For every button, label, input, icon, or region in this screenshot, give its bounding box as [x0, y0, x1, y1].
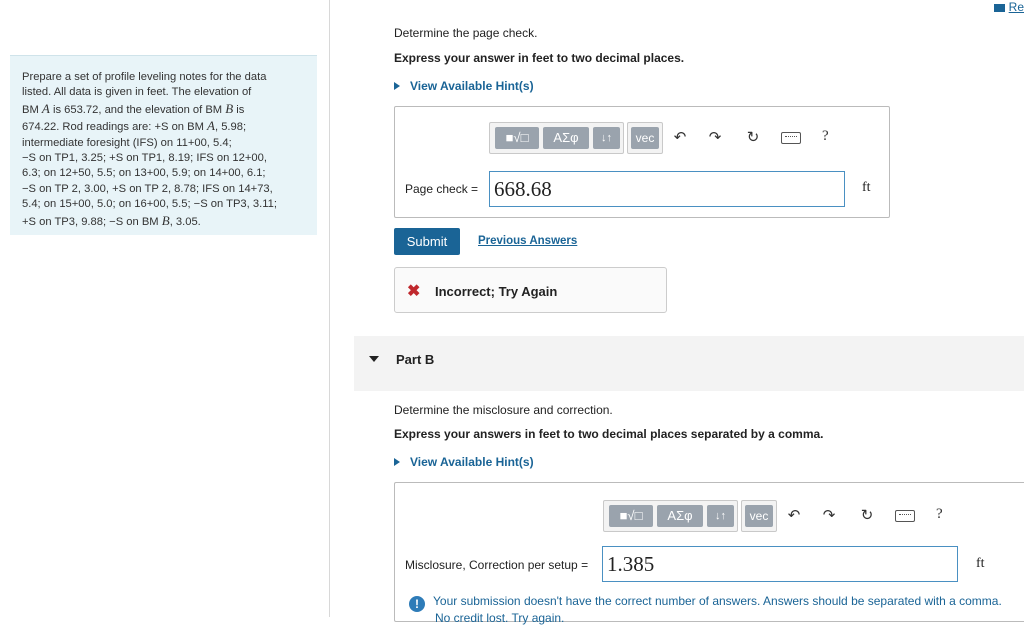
reset-icon[interactable]: ↻	[859, 506, 875, 524]
expand-triangle-icon	[394, 458, 400, 466]
hints-label[interactable]: View Available Hint(s)	[410, 455, 534, 469]
review-label[interactable]: Re	[1009, 0, 1024, 14]
undo-icon[interactable]: ↶	[672, 128, 688, 146]
templates-button[interactable]: ■√□	[495, 127, 539, 149]
warning-text: Your submission doesn't have the correct…	[433, 594, 1002, 608]
page-check-label: Page check =	[405, 182, 479, 196]
submission-warning: ! Your submission doesn't have the correc…	[409, 594, 1002, 612]
problem-line: +S on TP3, 9.88; −S on BM B, 3.05.	[22, 212, 201, 228]
part-a-hints-toggle[interactable]: View Available Hint(s)	[394, 79, 534, 93]
arrows-button[interactable]: ↓↑	[593, 127, 620, 149]
math-toolbar: ■√□ ΑΣφ ↓↑ vec ↶ ↷ ↻ ?	[489, 122, 849, 154]
toolbar-group: ■√□ ΑΣφ ↓↑	[489, 122, 624, 154]
help-icon[interactable]: ?	[936, 506, 943, 523]
templates-button[interactable]: ■√□	[609, 505, 653, 527]
part-a-answer-box: ■√□ ΑΣφ ↓↑ vec ↶ ↷ ↻ ? Page check = 668.…	[394, 106, 890, 218]
problem-line: 674.22. Rod readings are: +S on BM A, 5.…	[22, 118, 247, 134]
unit-label: ft	[976, 556, 985, 571]
part-b-hints-toggle[interactable]: View Available Hint(s)	[394, 455, 534, 469]
greek-symbols-button[interactable]: ΑΣφ	[543, 127, 589, 149]
problem-line: Prepare a set of profile leveling notes …	[22, 71, 267, 83]
greek-symbols-button[interactable]: ΑΣφ	[657, 505, 703, 527]
misclosure-label: Misclosure, Correction per setup =	[405, 558, 589, 572]
collapse-caret-icon[interactable]	[369, 356, 379, 362]
keyboard-icon[interactable]	[781, 132, 801, 144]
part-b-title: Part B	[396, 352, 435, 367]
previous-answers-link[interactable]: Previous Answers	[478, 235, 577, 247]
part-b-header[interactable]: Part B	[354, 336, 1024, 391]
redo-icon[interactable]: ↷	[707, 128, 723, 146]
problem-line: 6.3; on 12+50, 5.5; on 13+00, 5.9; on 14…	[22, 167, 266, 180]
undo-icon[interactable]: ↶	[786, 506, 802, 524]
warning-subtext: No credit lost. Try again.	[435, 611, 565, 625]
info-icon: !	[409, 596, 425, 612]
part-a-format-note: Express your answer in feet to two decim…	[394, 51, 685, 65]
feedback-message: Incorrect; Try Again	[435, 284, 558, 299]
help-icon[interactable]: ?	[822, 128, 829, 145]
vector-button[interactable]: vec	[631, 127, 659, 149]
feedback-box: ✖ Incorrect; Try Again	[394, 267, 667, 313]
submit-button[interactable]: Submit	[394, 228, 460, 255]
part-b-format-note: Express your answers in feet to two deci…	[394, 427, 824, 441]
arrows-button[interactable]: ↓↑	[707, 505, 734, 527]
problem-line: intermediate foresight (IFS) on 11+00, 5…	[22, 136, 232, 149]
part-b-instruction: Determine the misclosure and correction.	[394, 403, 613, 417]
keyboard-icon[interactable]	[895, 510, 915, 522]
review-icon	[993, 4, 1005, 12]
vector-button[interactable]: vec	[745, 505, 773, 527]
redo-icon[interactable]: ↷	[821, 506, 837, 524]
reset-icon[interactable]: ↻	[745, 128, 761, 146]
problem-line: BM A is 653.72, and the elevation of BM …	[22, 100, 245, 116]
review-link[interactable]: Re	[993, 0, 1024, 14]
toolbar-group: vec	[627, 122, 663, 154]
part-a-instruction: Determine the page check.	[394, 26, 538, 40]
problem-line: 5.4; on 15+00, 5.0; on 16+00, 5.5; −S on…	[22, 198, 277, 211]
expand-triangle-icon	[394, 82, 400, 90]
page-check-input[interactable]: 668.68	[489, 171, 845, 207]
problem-line: listed. All data is given in feet. The e…	[22, 86, 252, 99]
math-toolbar: ■√□ ΑΣφ ↓↑ vec ↶ ↷ ↻ ?	[603, 500, 963, 532]
toolbar-group: vec	[741, 500, 777, 532]
column-divider	[329, 0, 330, 617]
toolbar-group: ■√□ ΑΣφ ↓↑	[603, 500, 738, 532]
problem-statement: Prepare a set of profile leveling notes …	[10, 55, 317, 235]
problem-line: −S on TP1, 3.25; +S on TP1, 8.19; IFS on…	[22, 152, 267, 165]
problem-line: −S on TP 2, 3.00, +S on TP 2, 8.78; IFS …	[22, 182, 273, 195]
unit-label: ft	[862, 180, 871, 195]
misclosure-input[interactable]: 1.385	[602, 546, 958, 582]
incorrect-icon: ✖	[407, 283, 421, 300]
hints-label[interactable]: View Available Hint(s)	[410, 79, 534, 93]
